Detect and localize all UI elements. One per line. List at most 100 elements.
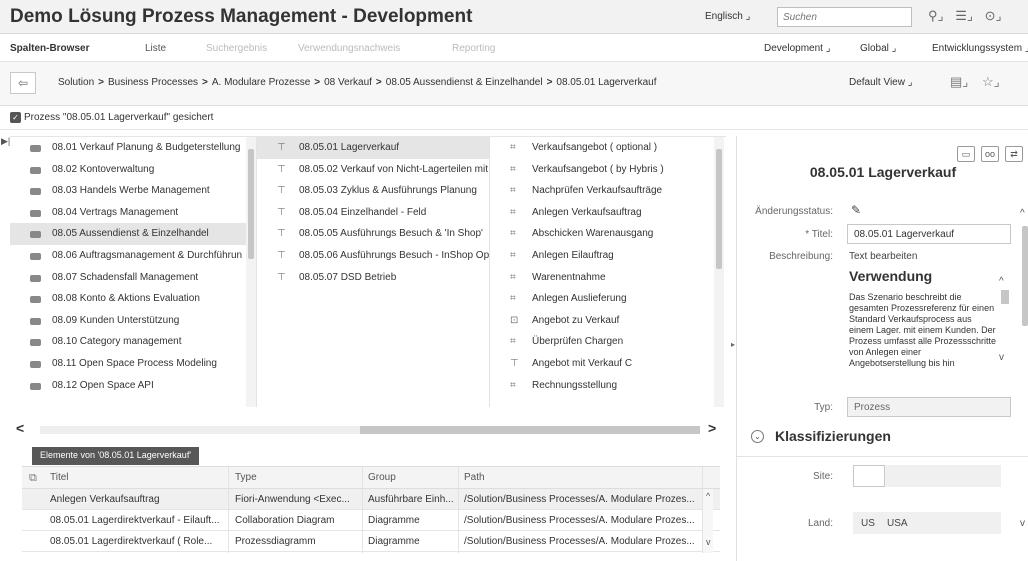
- clipboard-icon[interactable]: ▤⌟: [950, 74, 968, 89]
- column3-scrollbar[interactable]: [714, 137, 724, 407]
- header-titel[interactable]: Titel: [50, 472, 220, 483]
- titel-field[interactable]: 08.05.01 Lagerverkauf: [847, 224, 1011, 244]
- share-icon[interactable]: ⇄: [1005, 146, 1023, 162]
- column1-scrollbar[interactable]: [246, 137, 256, 407]
- edit-text-link[interactable]: Text bearbeiten: [849, 251, 917, 262]
- elements-tab[interactable]: Elemente von '08.05.01 Lagerverkauf': [32, 447, 200, 465]
- crumb-modulare-prozesse[interactable]: A. Modulare Prozesse: [212, 77, 310, 88]
- tab-spalten-browser[interactable]: Spalten-Browser: [10, 43, 89, 54]
- folder-list-item[interactable]: 08.05 Aussendienst & Einzelhandel: [10, 223, 246, 246]
- folder-list-item[interactable]: 08.10 Category management: [10, 331, 246, 353]
- search-input[interactable]: [777, 7, 912, 27]
- folder-list-item[interactable]: 08.12 Open Space API: [10, 375, 246, 397]
- cell-type: Prozessdiagramm: [235, 536, 316, 547]
- step-list-item[interactable]: ⌗ Überprüfen Chargen: [490, 331, 714, 353]
- scroll-thumb[interactable]: [248, 149, 254, 259]
- process-list-item[interactable]: ⊤ 08.05.01 Lagerverkauf: [257, 137, 489, 159]
- edit-status-icon[interactable]: ✎: [851, 203, 861, 217]
- description-scrollbar[interactable]: ^ v: [999, 276, 1009, 366]
- folder-list-item[interactable]: 08.04 Vertrags Management: [10, 202, 246, 224]
- table-scroll-down-icon[interactable]: v: [706, 537, 711, 547]
- scroll-up-icon[interactable]: ^: [999, 276, 1004, 287]
- process-list-item[interactable]: ⊤ 08.05.04 Einzelhandel - Feld: [257, 202, 489, 224]
- horizontal-scrollbar[interactable]: < >: [10, 418, 726, 440]
- scroll-thumb[interactable]: [1001, 290, 1009, 304]
- site-field[interactable]: [853, 465, 885, 487]
- folder-list-item[interactable]: 08.06 Auftragsmanagement & Durchführun: [10, 245, 246, 267]
- step-list-label: Angebot zu Verkauf: [532, 314, 620, 326]
- process-list-item[interactable]: ⊤ 08.05.07 DSD Betrieb: [257, 267, 489, 289]
- tab-reporting[interactable]: Reporting: [452, 43, 495, 54]
- folder-list-item[interactable]: 08.02 Kontoverwaltung: [10, 159, 246, 181]
- description-box[interactable]: Verwendung Das Szenario beschreibt die g…: [841, 266, 1013, 384]
- step-list-item[interactable]: ⊡ Angebot zu Verkauf: [490, 310, 714, 332]
- scroll-up-icon[interactable]: ^: [1020, 208, 1025, 219]
- folder-list-item[interactable]: 08.03 Handels Werbe Management: [10, 180, 246, 202]
- process-list-item[interactable]: ⊤ 08.05.02 Verkauf von Nicht-Lagerteilen …: [257, 159, 489, 181]
- process-list-item[interactable]: ⊤ 08.05.03 Zyklus & Ausführungs Planung: [257, 180, 489, 202]
- step-list-item[interactable]: ⌗ Verkaufsangebot ( optional ): [490, 137, 714, 159]
- step-list-item[interactable]: ⌗ Warenentnahme: [490, 267, 714, 289]
- step-list-item[interactable]: ⌗ Anlegen Eilauftrag: [490, 245, 714, 267]
- table-row[interactable]: Anlegen Verkaufsauftrag Fiori-Anwendung <…: [22, 489, 720, 510]
- header-type[interactable]: Type: [235, 472, 355, 483]
- scroll-right-icon[interactable]: >: [708, 420, 716, 436]
- process-list-item[interactable]: ⊤ 08.05.06 Ausführungs Besuch - InShop Op: [257, 245, 489, 267]
- crumb-business-processes[interactable]: Business Processes: [108, 77, 198, 88]
- help-icon[interactable]: ⊙⌟: [985, 8, 1002, 23]
- development-dropdown[interactable]: Development ⌟: [764, 43, 830, 54]
- scroll-thumb[interactable]: [1022, 226, 1028, 326]
- breadcrumb: Solution > Business Processes > A. Modulare …: [58, 77, 657, 88]
- back-arrow-icon[interactable]: ⇦: [10, 72, 36, 94]
- step-list-label: Anlegen Eilauftrag: [532, 250, 614, 261]
- crumb-aussendienst[interactable]: 08.05 Aussendienst & Einzelhandel: [386, 77, 543, 88]
- folder-list-item[interactable]: 08.11 Open Space Process Modeling: [10, 353, 246, 375]
- folder-list-item[interactable]: 08.09 Kunden Unterstützung: [10, 310, 246, 332]
- panel-splitter-icon[interactable]: ▸: [731, 340, 735, 349]
- process-list-label: 08.05.02 Verkauf von Nicht-Lagerteilen m…: [299, 163, 488, 175]
- step-list-item[interactable]: ⌗ Anlegen Auslieferung: [490, 288, 714, 310]
- save-icon[interactable]: ▭: [957, 146, 975, 162]
- scroll-track[interactable]: [40, 426, 700, 434]
- glasses-icon[interactable]: oo: [981, 146, 999, 162]
- step-list-item[interactable]: ⌗ Verkaufsangebot ( by Hybris ): [490, 159, 714, 181]
- scroll-down-icon[interactable]: v: [999, 352, 1004, 363]
- table-settings-icon[interactable]: ⧉: [29, 472, 37, 485]
- header-path[interactable]: Path: [464, 472, 664, 483]
- land-field[interactable]: US USA: [853, 512, 1001, 534]
- step-list-item[interactable]: ⌗ Abschicken Warenausgang: [490, 223, 714, 245]
- folder-list-item[interactable]: 08.07 Schadensfall Management: [10, 267, 246, 289]
- header-group[interactable]: Group: [368, 472, 453, 483]
- step-list-item[interactable]: ⊤ Angebot mit Verkauf C: [490, 353, 714, 375]
- language-dropdown[interactable]: Englisch ⌟: [705, 11, 750, 22]
- table-row[interactable]: 08.05.01 Lagerdirektverkauf - Eilauft...…: [22, 510, 720, 531]
- list-icon[interactable]: ☰⌟: [955, 8, 973, 23]
- step-list-item[interactable]: ⌗ Rechnungsstellung: [490, 375, 714, 397]
- crumb-verkauf[interactable]: 08 Verkauf: [324, 77, 372, 88]
- tab-liste[interactable]: Liste: [145, 43, 166, 54]
- default-view-dropdown[interactable]: Default View ⌟: [849, 77, 912, 88]
- collapse-handle-icon[interactable]: ▶|: [1, 136, 10, 147]
- star-icon[interactable]: ☆⌟: [982, 74, 1000, 89]
- tab-suchergebnis[interactable]: Suchergebnis: [206, 43, 267, 54]
- scroll-thumb[interactable]: [360, 426, 700, 434]
- scroll-left-icon[interactable]: <: [16, 420, 24, 436]
- step-list-item[interactable]: ⌗ Anlegen Verkaufsauftrag: [490, 202, 714, 224]
- system-dropdown[interactable]: Entwicklungssystem ⌟: [932, 43, 1028, 54]
- table-scroll-up-icon[interactable]: ^: [706, 491, 710, 501]
- scroll-down-icon[interactable]: v: [1020, 518, 1025, 529]
- tab-verwendungsnachweis[interactable]: Verwendungsnachweis: [298, 43, 400, 54]
- scroll-thumb[interactable]: [716, 149, 722, 269]
- binoculars-icon[interactable]: ⚲⌟: [928, 8, 944, 23]
- process-list-item[interactable]: ⊤ 08.05.05 Ausführungs Besuch & 'In Shop': [257, 223, 489, 245]
- table-row[interactable]: 08.05.01 Lagerdirektverkauf ( Role... Pro…: [22, 531, 720, 552]
- global-dropdown[interactable]: Global ⌟: [860, 43, 896, 54]
- crumb-solution[interactable]: Solution: [58, 77, 94, 88]
- detail-scrollbar[interactable]: ^ v: [1019, 206, 1028, 561]
- folder-list-item[interactable]: 08.01 Verkauf Planung & Budgeterstellung: [10, 137, 246, 159]
- column-separator: [228, 467, 229, 553]
- step-list-item[interactable]: ⌗ Nachprüfen Verkaufsaufträge: [490, 180, 714, 202]
- folder-list-item[interactable]: 08.08 Konto & Aktions Evaluation: [10, 288, 246, 310]
- collapse-icon[interactable]: ⌄: [751, 430, 764, 443]
- label-aenderungsstatus: Änderungsstatus:: [755, 206, 833, 217]
